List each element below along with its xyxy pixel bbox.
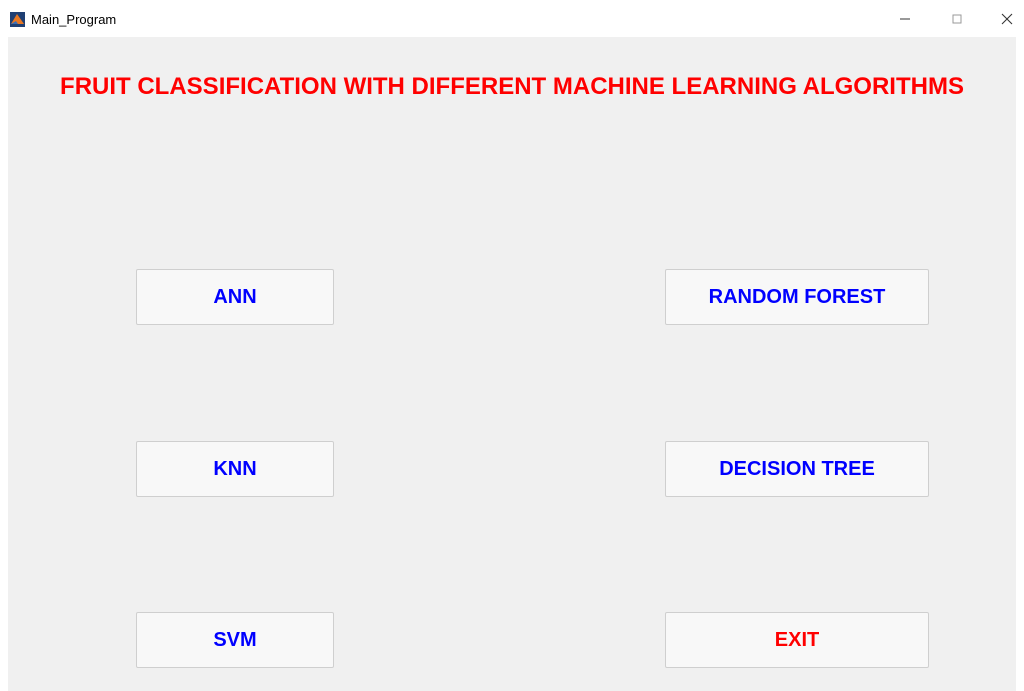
page-title: FRUIT CLASSIFICATION WITH DIFFERENT MACH…: [60, 73, 964, 100]
main-panel: FRUIT CLASSIFICATION WITH DIFFERENT MACH…: [8, 37, 1016, 691]
knn-button[interactable]: KNN: [136, 441, 334, 497]
minimize-button[interactable]: [888, 6, 922, 32]
ann-button[interactable]: ANN: [136, 269, 334, 325]
window-title: Main_Program: [31, 12, 117, 27]
title-bar: Main_Program: [0, 0, 1024, 37]
svm-button[interactable]: SVM: [136, 612, 334, 668]
maximize-icon: [952, 14, 962, 24]
random-forest-button[interactable]: RANDOM FOREST: [665, 269, 929, 325]
decision-tree-button[interactable]: DECISION TREE: [665, 441, 929, 497]
close-button[interactable]: [990, 6, 1024, 32]
close-icon: [1001, 13, 1013, 25]
exit-button[interactable]: EXIT: [665, 612, 929, 668]
matlab-icon: [10, 12, 25, 27]
maximize-button[interactable]: [940, 6, 974, 32]
minimize-icon: [900, 18, 910, 20]
